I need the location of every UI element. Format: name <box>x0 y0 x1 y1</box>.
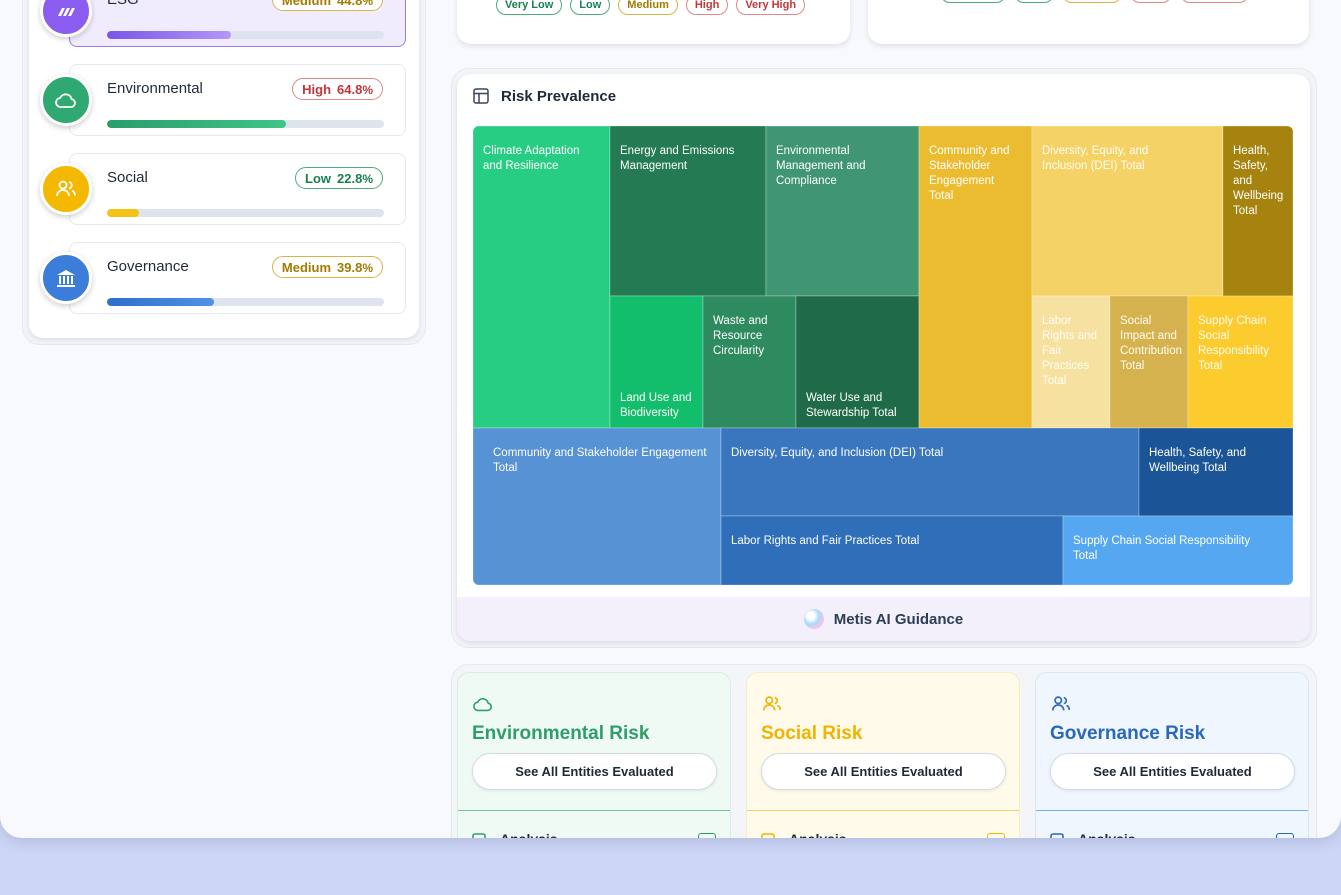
category-name: ESG <box>107 0 139 8</box>
risk-progress-bar <box>107 120 384 128</box>
legend-chip: Very Low <box>940 0 1007 3</box>
risk-level: Medium <box>281 259 332 275</box>
risk-card-icon <box>472 693 494 720</box>
category-row-environmental[interactable]: Environmental High 64.8% <box>29 64 419 139</box>
cloud-icon <box>473 697 493 712</box>
risk-progress-fill <box>107 31 232 39</box>
risk-legend: Very Low Low Medium High Very High <box>940 0 1250 3</box>
see-all-entities-button[interactable]: See All Entities Evaluated <box>472 753 717 790</box>
risk-level-badge: Medium 44.8% <box>271 0 383 11</box>
users-icon <box>56 180 76 197</box>
risk-legend: Very Low Low Medium High Very High <box>496 0 806 15</box>
risk-level-badge: Low 22.8% <box>295 167 383 189</box>
legend-chip: Very High <box>736 0 806 15</box>
legend-chip: Low <box>1014 0 1055 3</box>
legend-chip: Low <box>570 0 611 15</box>
app-window: ESG Medium 44.8% › Environmental High 64… <box>0 0 1341 838</box>
risk-card-social-risk: Social Risk See All Entities Evaluated A… <box>746 672 1020 838</box>
legend-chip: Medium <box>618 0 678 15</box>
layout-icon <box>473 88 489 104</box>
risk-card-governance-risk: Governance Risk See All Entities Evaluat… <box>1035 672 1309 838</box>
expand-checkbox[interactable] <box>698 833 716 838</box>
risk-percent: 22.8% <box>337 170 373 186</box>
category-row-esg[interactable]: ESG Medium 44.8% › <box>29 0 419 50</box>
risk-prevalence-card: Risk Prevalence Climate Adaptation and Re… <box>457 74 1310 641</box>
risk-prevalence-title: Risk Prevalence <box>501 88 617 105</box>
risk-level: Medium <box>281 0 332 8</box>
risk-treemap: Climate Adaptation and ResilienceEnergy a… <box>473 126 1293 585</box>
ai-guidance-label: Metis AI Guidance <box>833 610 964 628</box>
bank-icon <box>57 270 75 287</box>
risk-card-title: Social Risk <box>761 723 863 744</box>
category-row-governance[interactable]: Governance Medium 39.8% <box>29 242 419 317</box>
risk-progress-fill <box>107 298 214 306</box>
category-avatar <box>40 252 92 304</box>
divider <box>458 810 730 811</box>
divider <box>1036 810 1308 811</box>
legend-chip: Very High <box>1180 0 1250 3</box>
legend-chip: Very Low <box>496 0 563 15</box>
risk-percent: 64.8% <box>337 81 373 97</box>
risk-card-icon <box>1050 693 1072 720</box>
category-name: Governance <box>107 258 189 275</box>
category-avatar <box>40 163 92 215</box>
risk-progress-bar <box>107 209 384 217</box>
treemap-label: Waste and Resource Circularity <box>713 315 768 357</box>
category-avatar <box>40 74 92 126</box>
users-icon <box>762 696 782 711</box>
risk-card-title: Environmental Risk <box>472 723 650 744</box>
esg-logo-icon <box>58 8 75 16</box>
risk-level-badge: High 64.8% <box>292 78 383 100</box>
legend-card-left: Very Low Low Medium High Very High <box>457 0 850 44</box>
cloud-icon <box>55 93 76 108</box>
see-all-entities-button[interactable]: See All Entities Evaluated <box>1050 753 1295 790</box>
risk-percent: 39.8% <box>337 259 373 275</box>
risk-percent: 44.8% <box>337 0 373 8</box>
risk-card-title: Governance Risk <box>1050 723 1206 744</box>
category-panel: ESG Medium 44.8% › Environmental High 64… <box>29 0 419 338</box>
metis-orb-icon <box>803 609 824 629</box>
risk-level-badge: Medium 39.8% <box>271 256 383 278</box>
treemap-label: Diversity, Equity, and Inclusion (DEI) T… <box>731 447 943 459</box>
risk-progress-bar <box>107 31 384 39</box>
risk-level: High <box>302 81 332 97</box>
treemap-cell[interactable] <box>720 427 1140 517</box>
ai-guidance-button[interactable]: Metis AI Guidance <box>457 597 1310 641</box>
risk-progress-fill <box>107 209 139 217</box>
see-all-entities-button[interactable]: See All Entities Evaluated <box>761 753 1006 790</box>
analysis-label: Analysis <box>500 831 558 838</box>
category-name: Environmental <box>107 80 203 97</box>
divider <box>747 810 1019 811</box>
treemap-cell[interactable] <box>1062 515 1293 585</box>
category-row-social[interactable]: Social Low 22.8% <box>29 153 419 228</box>
analysis-label: Analysis <box>789 831 847 838</box>
legend-chip: Medium <box>1062 0 1122 3</box>
risk-progress-bar <box>107 298 384 306</box>
legend-card-right: Very Low Low Medium High Very High <box>868 0 1309 44</box>
category-name: Social <box>107 169 148 186</box>
risk-card-icon <box>761 693 783 720</box>
legend-chip: High <box>1129 0 1173 3</box>
risk-card-environmental-risk: Environmental Risk See All Entities Eval… <box>457 672 731 838</box>
analysis-icon <box>761 833 775 838</box>
treemap-label: Labor Rights and Fair Practices Total <box>731 535 919 547</box>
expand-checkbox[interactable] <box>1276 833 1294 838</box>
expand-checkbox[interactable] <box>987 833 1005 838</box>
analysis-label: Analysis <box>1078 831 1136 838</box>
analysis-icon <box>472 833 486 838</box>
users-icon <box>1051 696 1071 711</box>
risk-level: Low <box>305 170 332 186</box>
analysis-icon <box>1050 833 1064 838</box>
treemap-cell[interactable] <box>720 515 1064 585</box>
risk-progress-fill <box>107 120 287 128</box>
legend-chip: High <box>685 0 729 15</box>
